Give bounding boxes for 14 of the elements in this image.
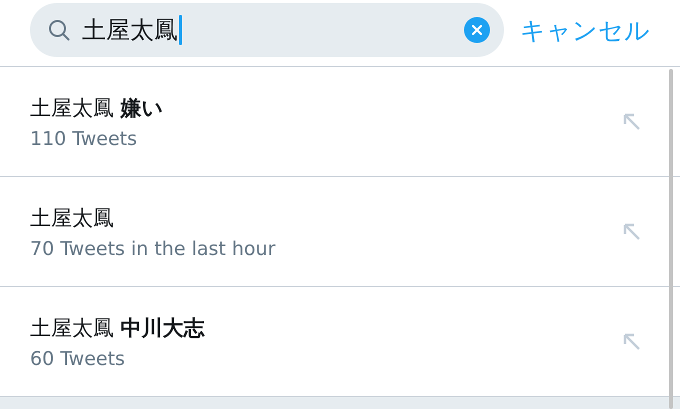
- tweet-count: 60 Tweets: [30, 348, 126, 370]
- arrow-icon[interactable]: [622, 332, 642, 352]
- search-text: 土屋太鳳: [82, 15, 178, 46]
- search-icon: [48, 19, 70, 41]
- suggestion-query: 土屋太鳳 中川大志: [30, 314, 206, 342]
- suggestion-query: 土屋太鳳: [30, 204, 115, 232]
- suggestion-query: 土屋太鳳 嫌い: [30, 94, 165, 122]
- arrow-icon[interactable]: [622, 112, 642, 132]
- arrow-icon[interactable]: [622, 222, 642, 242]
- tweet-count: 70 Tweets in the last hour: [30, 238, 276, 260]
- text-cursor: [179, 15, 182, 45]
- clear-icon[interactable]: [464, 17, 490, 43]
- tweet-count: 110 Tweets: [30, 128, 138, 150]
- search-field[interactable]: 土屋太鳳: [30, 3, 504, 57]
